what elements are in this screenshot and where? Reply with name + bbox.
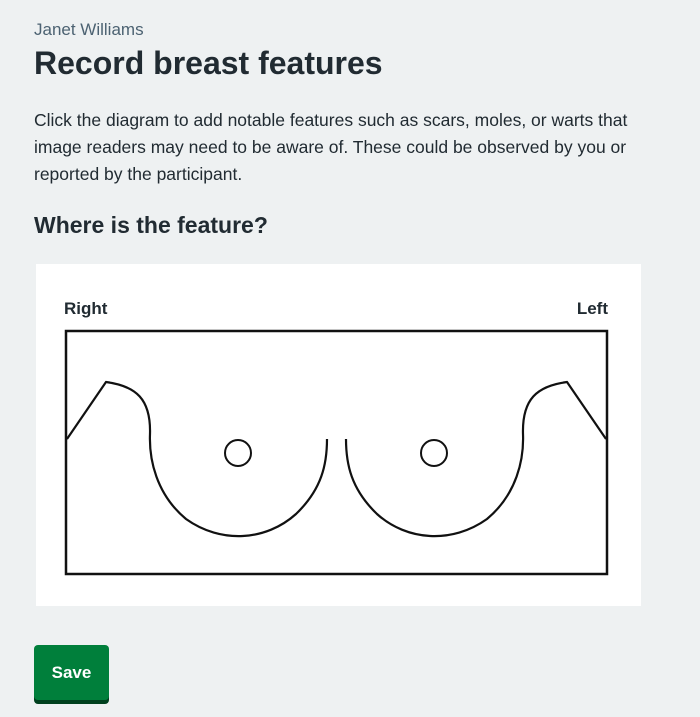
- diagram-frame: [64, 329, 609, 576]
- breast-diagram-panel: Right Left: [36, 264, 641, 606]
- page-title: Record breast features: [34, 45, 383, 81]
- instructions-text: Click the diagram to add notable feature…: [34, 110, 628, 184]
- right-breast-outline: [66, 380, 329, 538]
- participant-name-caption: Janet Williams: [34, 20, 144, 39]
- breast-diagram[interactable]: [36, 264, 641, 606]
- right-side-label: Right: [64, 299, 108, 318]
- left-side-label: Left: [576, 299, 608, 318]
- save-button[interactable]: Save: [34, 645, 109, 700]
- right-nipple: [224, 439, 252, 467]
- feature-location-question: Where is the feature?: [34, 212, 268, 238]
- left-breast-outline: [344, 380, 607, 538]
- left-nipple: [420, 439, 448, 467]
